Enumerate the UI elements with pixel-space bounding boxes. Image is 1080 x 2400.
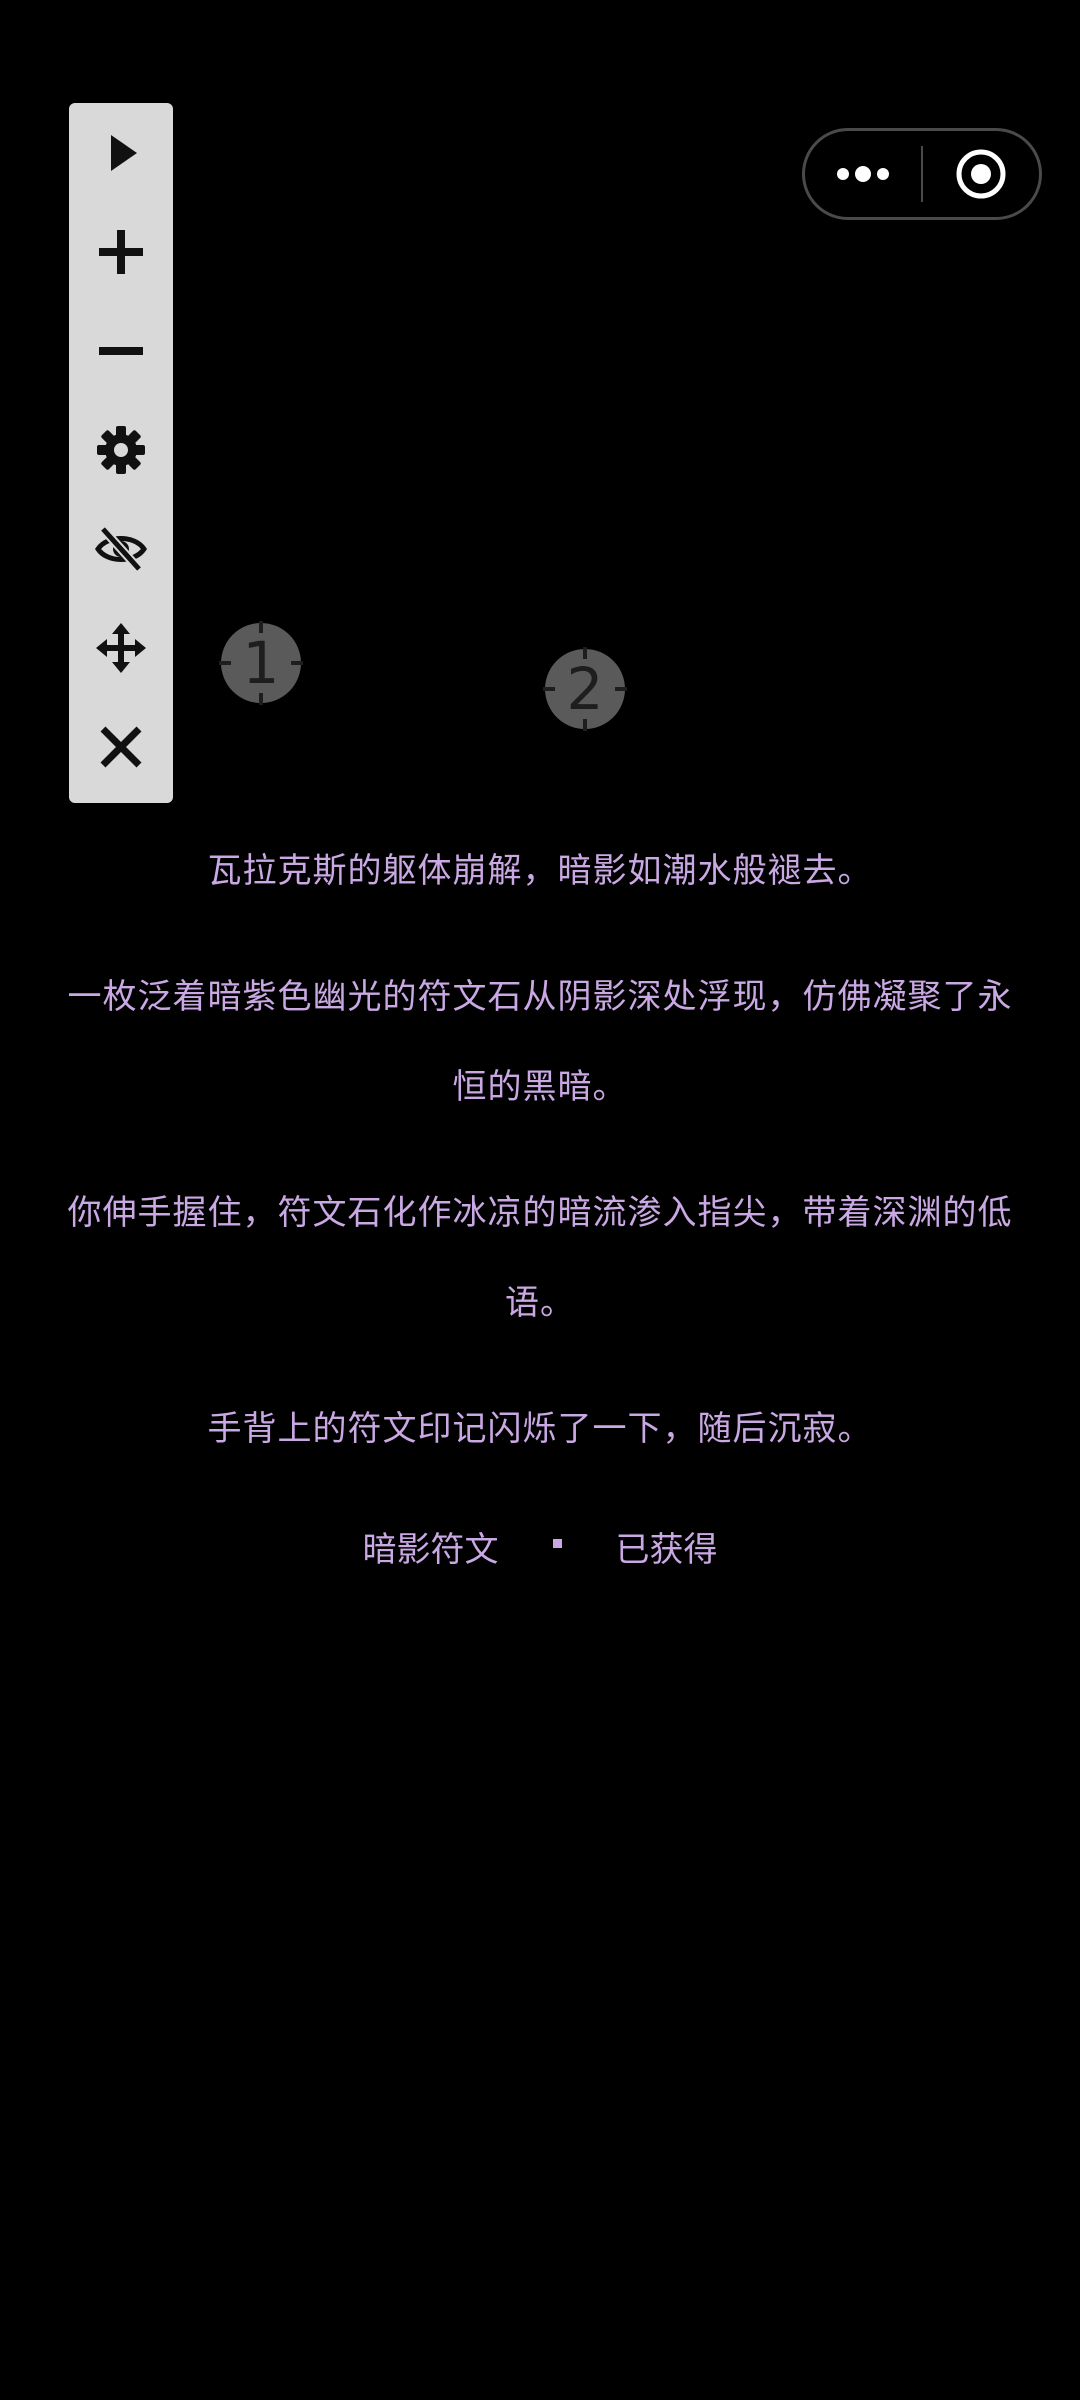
story-line-3b: 语。	[505, 1283, 575, 1323]
story-line-2b: 恒的黑暗。	[452, 1067, 628, 1107]
hide-button[interactable]	[69, 499, 173, 598]
play-button[interactable]	[69, 103, 173, 202]
mini-program-capsule	[802, 128, 1042, 220]
reward-line: 暗影符文 已获得	[0, 1511, 1080, 1581]
story-line-4: 手背上的符文印记闪烁了一下，随后沉寂。	[207, 1409, 873, 1449]
exit-button[interactable]	[923, 131, 1039, 217]
story-line-1: 瓦拉克斯的躯体崩解，暗影如潮水般褪去。	[207, 851, 873, 891]
play-icon	[111, 134, 137, 171]
move-button[interactable]	[69, 598, 173, 697]
reward-status: 已获得	[615, 1529, 718, 1570]
plus-icon	[99, 229, 143, 274]
move-icon	[96, 622, 146, 673]
step-marker-number: 1	[242, 629, 280, 697]
settings-button[interactable]	[69, 400, 173, 499]
more-dots-icon	[836, 166, 889, 182]
gear-icon	[97, 425, 145, 474]
reward-item-name: 暗影符文	[362, 1529, 499, 1570]
story-line-3a: 你伸手握住，符文石化作冰凉的暗流渗入指尖，带着深渊的低	[67, 1193, 1013, 1233]
step-marker-2[interactable]: 2	[543, 647, 627, 731]
separator-dot	[552, 1538, 562, 1548]
step-marker-1[interactable]: 1	[219, 621, 303, 705]
close-icon	[100, 726, 142, 767]
zoom-out-button[interactable]	[69, 301, 173, 400]
target-icon	[956, 149, 1006, 199]
minus-icon	[99, 346, 143, 355]
story-line-2a: 一枚泛着暗紫色幽光的符文石从阴影深处浮现，仿佛凝聚了永	[67, 977, 1013, 1017]
eye-off-icon	[95, 525, 147, 572]
story-text: 瓦拉克斯的躯体崩解，暗影如潮水般褪去。 一枚泛着暗紫色幽光的符文石从阴影深处浮现…	[40, 826, 1040, 1474]
close-button[interactable]	[69, 697, 173, 796]
floating-toolbar	[69, 103, 173, 803]
step-marker-number: 2	[566, 655, 604, 723]
more-menu-button[interactable]	[805, 131, 921, 217]
zoom-in-button[interactable]	[69, 202, 173, 301]
